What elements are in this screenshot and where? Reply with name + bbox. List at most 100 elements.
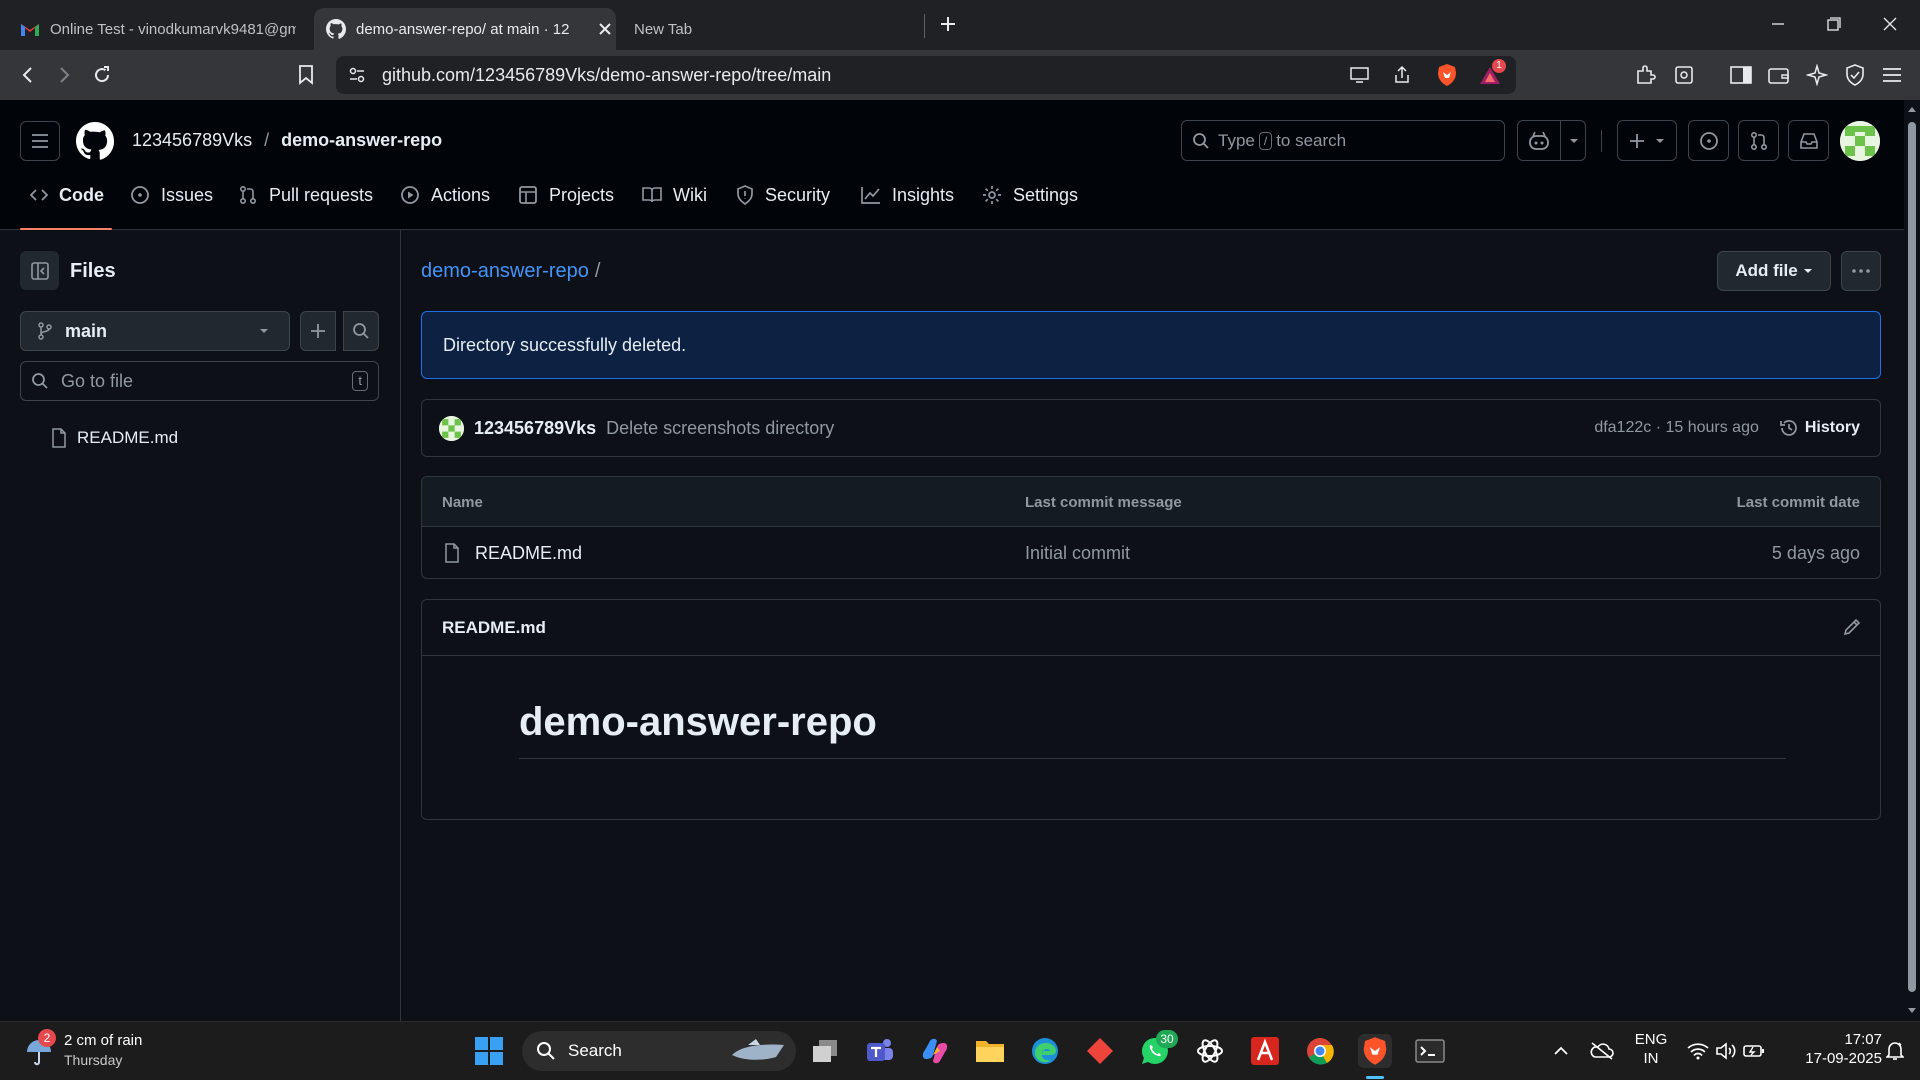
start-button[interactable]: [472, 1034, 506, 1068]
anydesk-app[interactable]: [1083, 1034, 1117, 1068]
readme-filename[interactable]: README.md: [442, 618, 546, 638]
page-scrollbar[interactable]: [1904, 100, 1920, 1021]
tab-settings[interactable]: Settings: [982, 176, 1078, 214]
create-new-button[interactable]: [1617, 120, 1677, 161]
back-button[interactable]: [12, 59, 44, 91]
brave-app[interactable]: [1358, 1034, 1392, 1068]
whatsapp-app[interactable]: 30: [1138, 1030, 1178, 1068]
arrow-left-icon: [22, 67, 32, 83]
teams-app[interactable]: [863, 1034, 897, 1068]
commit-message[interactable]: Delete screenshots directory: [606, 418, 1594, 439]
taskbar-search[interactable]: Search: [522, 1031, 796, 1071]
owner-link[interactable]: 123456789Vks: [132, 130, 252, 151]
show-hidden-icons-button[interactable]: [1544, 1034, 1578, 1068]
tab-security[interactable]: Security: [736, 176, 830, 214]
column-header-date: Last commit date: [1736, 494, 1860, 511]
cast-icon[interactable]: [1350, 66, 1370, 84]
chrome-app[interactable]: [1303, 1034, 1337, 1068]
tab-label: Actions: [431, 184, 491, 205]
go-to-file-input[interactable]: Go to file t: [20, 361, 379, 401]
tab-new-tab[interactable]: New Tab: [620, 8, 920, 50]
terminal-icon: [1415, 1039, 1445, 1063]
battery-icon: [1743, 1045, 1764, 1057]
table-row[interactable]: README.md Initial commit 5 days ago: [422, 528, 1880, 578]
share-icon[interactable]: [1392, 65, 1412, 85]
tab-wiki[interactable]: Wiki: [642, 176, 707, 214]
vpn-button[interactable]: [1839, 59, 1871, 91]
file-tree-item[interactable]: README.md: [20, 420, 379, 456]
tab-issues[interactable]: Issues: [130, 176, 213, 214]
more-options-button[interactable]: [1841, 251, 1881, 291]
your-issues-button[interactable]: [1688, 120, 1729, 161]
tab-actions[interactable]: Actions: [400, 176, 490, 214]
commit-meta[interactable]: dfa122c · 15 hours ago: [1594, 419, 1759, 437]
close-tab-icon[interactable]: [598, 22, 612, 36]
chatgpt-app[interactable]: [1193, 1034, 1227, 1068]
clock-time: 17:07: [1844, 1031, 1882, 1048]
leo-ai-button[interactable]: [1801, 59, 1833, 91]
global-menu-button[interactable]: [20, 121, 60, 161]
tab-insights[interactable]: Insights: [861, 176, 954, 214]
notifications-button[interactable]: [1878, 1034, 1912, 1068]
reader-mode-button[interactable]: [1668, 59, 1700, 91]
minimize-button[interactable]: [1750, 0, 1806, 48]
github-logo[interactable]: [76, 122, 114, 160]
address-bar[interactable]: github.com/123456789Vks/demo-answer-repo…: [336, 56, 1516, 94]
breadcrumb-repo-link[interactable]: demo-answer-repo: [421, 260, 589, 283]
terminal-app[interactable]: [1413, 1034, 1447, 1068]
repo-link[interactable]: demo-answer-repo: [281, 130, 442, 151]
forward-button[interactable]: [48, 59, 80, 91]
history-button[interactable]: History: [1779, 418, 1860, 438]
close-window-button[interactable]: [1862, 0, 1918, 48]
your-pull-requests-button[interactable]: [1738, 120, 1779, 161]
quick-settings[interactable]: [1684, 1034, 1768, 1068]
search-input[interactable]: Type / to search: [1181, 120, 1505, 161]
file-name: README.md: [77, 428, 179, 447]
reload-button[interactable]: [86, 59, 118, 91]
copilot-button[interactable]: [1517, 120, 1586, 161]
brave-rewards-icon[interactable]: 1: [1478, 59, 1506, 87]
extensions-button[interactable]: [1630, 59, 1662, 91]
scrollbar-thumb[interactable]: [1908, 122, 1916, 992]
acrobat-app[interactable]: [1248, 1034, 1282, 1068]
add-file-tree-button[interactable]: [300, 311, 336, 351]
clock[interactable]: 17:07 17-09-2025: [1776, 1030, 1882, 1072]
tab-gmail[interactable]: Online Test - vinodkumarvk9481@gm: [10, 8, 310, 50]
tab-projects[interactable]: Projects: [518, 176, 614, 214]
weather-widget[interactable]: 2 2 cm of rain Thursday: [22, 1029, 172, 1074]
tab-pull-requests[interactable]: Pull requests: [238, 176, 373, 214]
wallet-button[interactable]: [1763, 59, 1795, 91]
heading-divider: [519, 758, 1786, 759]
file-explorer-app[interactable]: [973, 1034, 1007, 1068]
copilot-app[interactable]: [918, 1034, 952, 1068]
brave-shields-icon[interactable]: [1436, 63, 1458, 87]
branch-selector[interactable]: main: [20, 311, 290, 351]
author-avatar[interactable]: [439, 415, 464, 441]
restore-button[interactable]: [1806, 0, 1862, 48]
wallet-icon: [1768, 68, 1789, 84]
bookmark-button[interactable]: [290, 59, 322, 91]
add-file-button[interactable]: Add file: [1717, 251, 1831, 291]
browser-menu-button[interactable]: [1876, 59, 1908, 91]
header-divider: [1601, 130, 1602, 152]
collapse-file-tree-button[interactable]: [20, 251, 59, 290]
file-name-link[interactable]: README.md: [475, 543, 582, 564]
tab-github-active[interactable]: demo-answer-repo/ at main · 12: [314, 8, 616, 50]
site-settings-icon[interactable]: [348, 66, 366, 84]
language-indicator[interactable]: ENG IN: [1628, 1030, 1674, 1072]
onedrive-status[interactable]: [1585, 1034, 1619, 1068]
tab-code[interactable]: Code: [30, 176, 104, 214]
sidebar-toggle-button[interactable]: [1725, 59, 1757, 91]
url-text[interactable]: github.com/123456789Vks/demo-answer-repo…: [382, 65, 831, 86]
edit-readme-button[interactable]: [1842, 617, 1862, 637]
copilot-icon: [1529, 131, 1549, 150]
avatar[interactable]: [1840, 121, 1880, 161]
commit-author[interactable]: 123456789Vks: [474, 418, 596, 439]
search-files-button[interactable]: [343, 311, 379, 351]
edge-app[interactable]: [1028, 1034, 1062, 1068]
commit-message-link[interactable]: Initial commit: [1025, 543, 1130, 564]
inbox-button[interactable]: [1788, 120, 1829, 161]
task-view-button[interactable]: [808, 1034, 842, 1068]
graph-icon: [861, 187, 880, 204]
new-tab-button[interactable]: [936, 12, 960, 36]
